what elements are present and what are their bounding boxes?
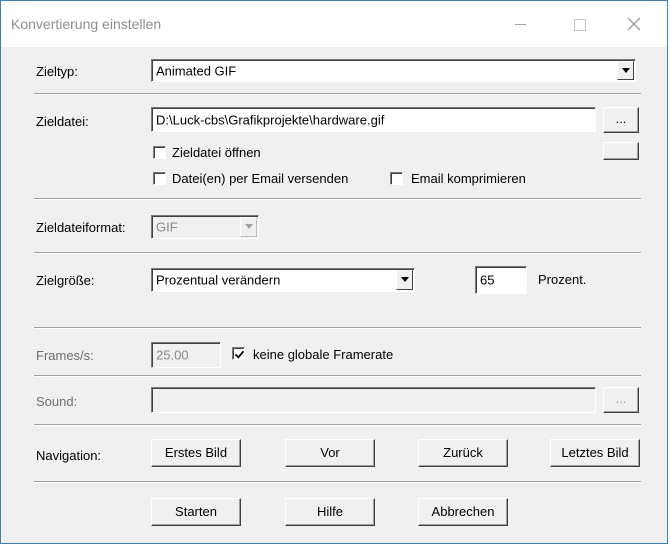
- global-framerate-checkbox[interactable]: [232, 347, 245, 360]
- window-title: Konvertierung einstellen: [11, 16, 162, 32]
- frames-label: Frames/s:: [36, 348, 94, 363]
- separator: [34, 375, 641, 377]
- zieldatei-label: Zieldatei:: [36, 114, 89, 129]
- first-frame-button[interactable]: Erstes Bild: [151, 439, 241, 467]
- last-frame-button[interactable]: Letztes Bild: [550, 439, 640, 467]
- percent-input[interactable]: 65: [475, 266, 527, 294]
- chevron-down-icon[interactable]: [240, 217, 257, 237]
- email-send-checkbox[interactable]: [153, 172, 166, 185]
- sound-browse-button[interactable]: ...: [603, 387, 639, 413]
- checkmark-icon: [234, 350, 245, 359]
- zieldatei-input[interactable]: D:\Luck-cbs\Grafikprojekte\hardware.gif: [151, 107, 596, 132]
- email-compress-checkbox[interactable]: [390, 172, 403, 185]
- separator: [34, 424, 641, 426]
- frames-value: 25.00: [156, 347, 189, 363]
- zieldateiformat-label: Zieldateiformat:: [36, 220, 126, 235]
- separator: [34, 93, 641, 95]
- separator: [34, 252, 641, 254]
- separator: [34, 481, 641, 483]
- frames-input[interactable]: 25.00: [151, 342, 221, 368]
- zieldatei-browse-button[interactable]: ...: [603, 107, 639, 133]
- next-frame-button[interactable]: Vor: [285, 439, 375, 467]
- zielgroesse-label: Zielgröße:: [36, 273, 95, 288]
- zielgroesse-value: Prozentual verändern: [156, 272, 281, 288]
- email-compress-label: Email komprimieren: [411, 171, 526, 186]
- zieldatei-open-checkbox[interactable]: [153, 146, 166, 159]
- chevron-down-icon[interactable]: [396, 270, 413, 290]
- zieltyp-label: Zieltyp:: [36, 64, 78, 79]
- zielgroesse-dropdown[interactable]: Prozentual verändern: [151, 268, 415, 292]
- help-button[interactable]: Hilfe: [285, 498, 375, 526]
- title-bar: Konvertierung einstellen: [1, 1, 667, 47]
- zieldateiformat-dropdown[interactable]: GIF: [151, 215, 259, 239]
- close-button[interactable]: [619, 9, 649, 39]
- close-icon: [627, 17, 641, 31]
- extra-options-button[interactable]: [603, 142, 639, 160]
- start-button[interactable]: Starten: [151, 498, 241, 526]
- email-send-label: Datei(en) per Email versenden: [172, 171, 349, 186]
- separator: [34, 327, 641, 329]
- minimize-button[interactable]: [507, 9, 537, 39]
- zieldateiformat-value: GIF: [156, 219, 178, 235]
- zieltyp-value: Animated GIF: [156, 63, 237, 78]
- sound-label: Sound:: [36, 394, 78, 409]
- sound-input[interactable]: [151, 387, 596, 413]
- cancel-button[interactable]: Abbrechen: [418, 498, 508, 526]
- zieltyp-dropdown[interactable]: Animated GIF: [151, 59, 636, 82]
- percent-value: 65: [480, 272, 495, 288]
- separator: [34, 198, 641, 200]
- maximize-button[interactable]: [565, 9, 595, 39]
- chevron-down-icon[interactable]: [617, 61, 634, 80]
- global-framerate-label: keine globale Framerate: [253, 347, 394, 362]
- dialog-window: Konvertierung einstellen Zieltyp: Animat…: [0, 0, 668, 544]
- zieldatei-value: D:\Luck-cbs\Grafikprojekte\hardware.gif: [156, 112, 385, 127]
- percent-unit-label: Prozent.: [538, 272, 587, 287]
- zieldatei-open-label: Zieldatei öffnen: [172, 145, 261, 160]
- previous-frame-button[interactable]: Zurück: [418, 439, 508, 467]
- navigation-label: Navigation:: [36, 448, 102, 463]
